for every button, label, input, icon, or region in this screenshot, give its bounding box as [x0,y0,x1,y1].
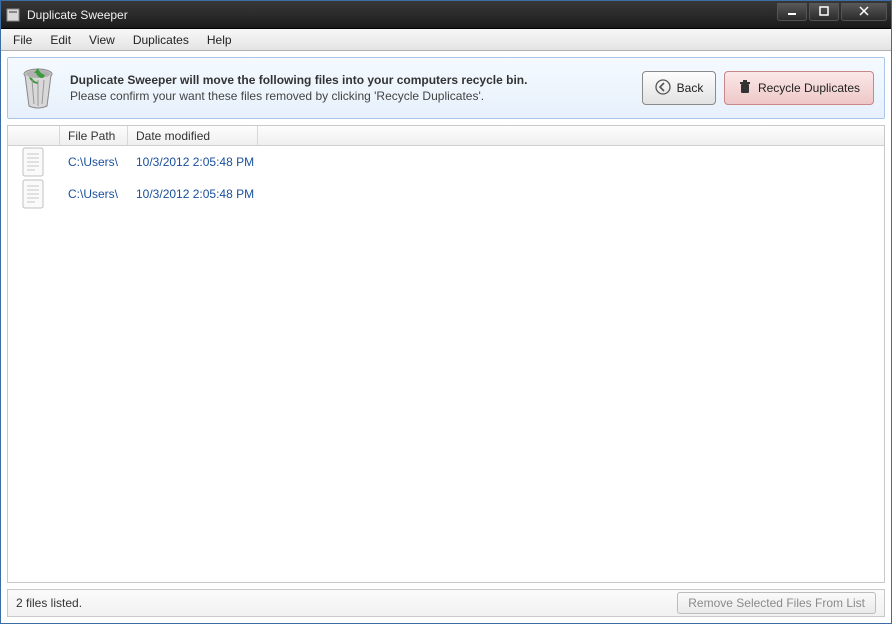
remove-button-label: Remove Selected Files From List [688,596,865,610]
info-heading: Duplicate Sweeper will move the followin… [70,73,630,87]
info-subtext: Please confirm your want these files rem… [70,89,630,103]
back-arrow-icon [655,79,671,98]
remove-selected-button[interactable]: Remove Selected Files From List [677,592,876,614]
file-path: C:\Users\ [60,155,128,169]
file-icon [8,179,60,209]
column-header-date[interactable]: Date modified [128,126,258,145]
file-path: C:\Users\ [60,187,128,201]
table-row[interactable]: C:\Users\ 10/3/2012 2:05:48 PM [8,178,884,210]
back-button-label: Back [677,81,704,95]
recycle-bin-icon [18,66,58,110]
file-list: File Path Date modified C:\Users\ 10/3/2… [7,125,885,583]
minimize-button[interactable] [777,3,807,21]
recycle-button-label: Recycle Duplicates [758,81,860,95]
titlebar: Duplicate Sweeper [1,1,891,29]
file-date: 10/3/2012 2:05:48 PM [128,155,328,169]
close-button[interactable] [841,3,887,21]
maximize-button[interactable] [809,3,839,21]
back-button[interactable]: Back [642,71,716,105]
statusbar: 2 files listed. Remove Selected Files Fr… [7,589,885,617]
window-controls [777,3,887,21]
info-text: Duplicate Sweeper will move the followin… [70,73,630,103]
window-title: Duplicate Sweeper [27,8,777,22]
content-area: Duplicate Sweeper will move the followin… [1,51,891,623]
status-count: 2 files listed. [16,596,82,610]
recycle-duplicates-button[interactable]: Recycle Duplicates [724,71,874,105]
menubar: File Edit View Duplicates Help [1,29,891,51]
table-row[interactable]: C:\Users\ 10/3/2012 2:05:48 PM [8,146,884,178]
file-date: 10/3/2012 2:05:48 PM [128,187,328,201]
menu-help[interactable]: Help [199,31,240,49]
app-icon [5,7,21,23]
menu-file[interactable]: File [5,31,40,49]
menu-edit[interactable]: Edit [42,31,79,49]
trash-icon [738,80,752,97]
file-icon [8,147,60,177]
column-header-icon[interactable] [8,126,60,145]
menu-view[interactable]: View [81,31,123,49]
panel-buttons: Back Recycle Duplicates [642,71,874,105]
column-headers: File Path Date modified [8,126,884,146]
file-rows: C:\Users\ 10/3/2012 2:05:48 PM C:\Users\… [8,146,884,582]
info-panel: Duplicate Sweeper will move the followin… [7,57,885,119]
menu-duplicates[interactable]: Duplicates [125,31,197,49]
column-header-path[interactable]: File Path [60,126,128,145]
